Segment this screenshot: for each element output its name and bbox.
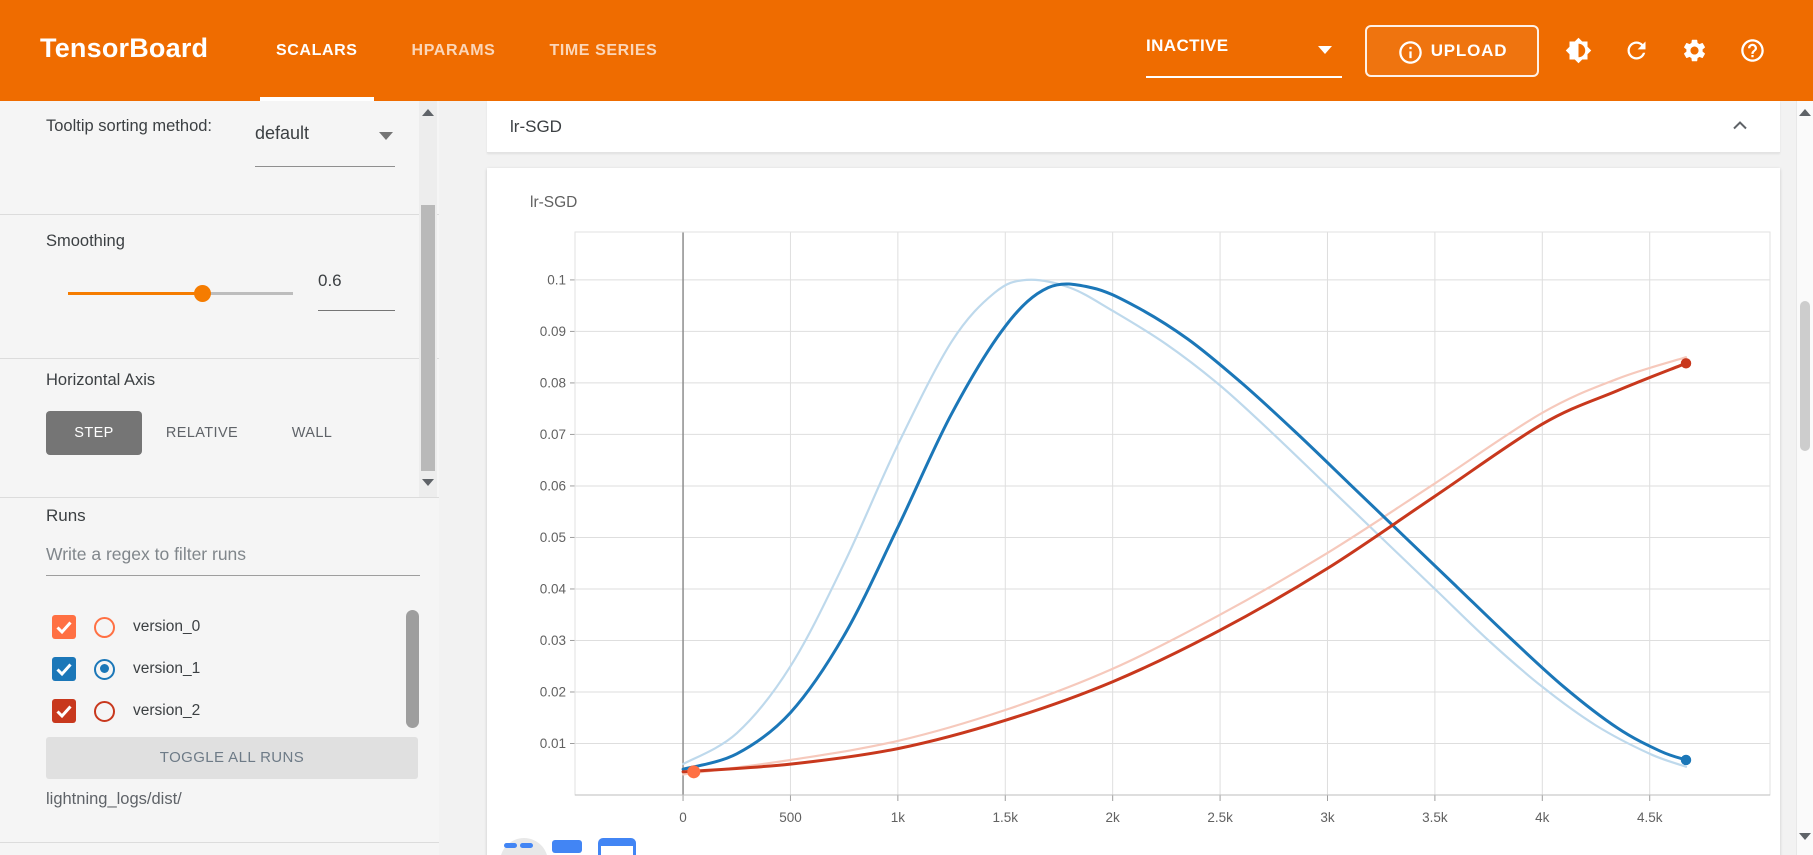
settings-sidebar: Tooltip sorting method: default Smoothin… [0,101,439,855]
scroll-down-icon[interactable] [1799,833,1811,840]
smoothing-underline [318,310,395,311]
status-label: INACTIVE [1146,36,1229,56]
app-logo: TensorBoard [40,33,208,64]
upload-label: UPLOAD [1431,41,1508,61]
run-row[interactable]: version_1 [46,648,406,690]
fab-dash-icon [504,843,517,848]
svg-text:0.01: 0.01 [540,736,566,751]
upload-button[interactable]: UPLOAD [1365,25,1539,77]
runs-section-label: Runs [46,506,86,526]
svg-text:4k: 4k [1535,810,1550,825]
svg-text:0.05: 0.05 [540,530,566,545]
smoothing-slider[interactable] [68,284,293,302]
header-icon-bar [1565,0,1766,101]
svg-text:1k: 1k [891,810,906,825]
page-scrollbar[interactable] [1796,101,1813,855]
run-checkbox[interactable] [52,615,76,639]
horizontal-axis-buttons: STEP RELATIVE WALL [46,411,362,455]
smoothing-slider-thumb[interactable] [194,285,211,302]
runs-list-scrollbar[interactable] [406,610,419,728]
tooltip-sorting-select[interactable]: default [255,123,395,144]
run-label: version_1 [133,660,200,678]
log-directory-label: lightning_logs/dist/ [46,790,182,809]
smoothing-label: Smoothing [46,232,125,251]
page-scrollbar-thumb[interactable] [1800,301,1810,451]
svg-text:0.08: 0.08 [540,375,566,390]
svg-text:2k: 2k [1106,810,1121,825]
svg-text:0.04: 0.04 [540,581,567,596]
svg-text:1.5k: 1.5k [993,810,1019,825]
smoothing-value: 0.6 [318,271,342,290]
main-content: lr-SGD lr-SGD 0.010.020.030.040.050.060.… [439,101,1796,855]
svg-text:3k: 3k [1320,810,1335,825]
run-radio[interactable] [94,617,115,638]
tooltip-sorting-value: default [255,123,309,143]
tab-time-series[interactable]: TIME SERIES [533,0,673,101]
run-radio[interactable] [94,701,115,722]
svg-text:0.1: 0.1 [547,272,566,287]
toggle-all-runs-button[interactable]: TOGGLE ALL RUNS [46,737,418,779]
radio-dot-icon [100,664,109,673]
nav-tabs: SCALARS HPARAMS TIME SERIES [260,0,695,101]
tab-hparams[interactable]: HPARAMS [396,0,512,101]
svg-text:0: 0 [679,810,687,825]
group-title: lr-SGD [510,101,562,152]
divider [0,842,439,843]
run-label: version_0 [133,618,200,636]
chevron-up-icon[interactable] [1728,114,1752,138]
svg-text:0.09: 0.09 [540,324,566,339]
fab-dash-icon [520,843,533,848]
scroll-up-icon[interactable] [1799,109,1811,116]
horizontal-axis-label: Horizontal Axis [46,371,155,390]
svg-text:2.5k: 2.5k [1207,810,1233,825]
run-checkbox[interactable] [52,657,76,681]
data-table-icon[interactable] [598,838,636,855]
tensorboard-app: TensorBoard SCALARS HPARAMS TIME SERIES … [0,0,1813,855]
axis-relative-button[interactable]: RELATIVE [142,411,262,455]
help-icon[interactable] [1739,37,1766,64]
tooltip-sorting-label: Tooltip sorting method: [46,115,221,139]
tab-scalars[interactable]: SCALARS [260,0,374,101]
smoothing-slider-fill [68,292,203,295]
sidebar-scrollbar[interactable] [419,101,437,497]
run-radio[interactable] [94,659,115,680]
status-dropdown[interactable]: INACTIVE [1146,0,1342,101]
refresh-icon[interactable] [1623,37,1650,64]
scroll-up-icon[interactable] [422,109,434,116]
pin-card-icon[interactable] [552,840,582,853]
run-checkbox[interactable] [52,699,76,723]
divider [0,358,439,359]
chevron-down-icon [379,132,393,140]
smoothing-value-field[interactable]: 0.6 [318,271,395,291]
svg-text:500: 500 [779,810,802,825]
info-icon [1397,39,1421,63]
runs-filter-input[interactable] [46,544,420,576]
svg-text:4.5k: 4.5k [1637,810,1663,825]
chevron-down-icon [1318,46,1332,54]
scalar-chart[interactable]: 0.01 0.02 0.03 0.04 0.05 0.06 0.07 0.08 0.09 0.1 0… [500,225,1780,830]
svg-text:0.03: 0.03 [540,633,566,648]
settings-gear-icon[interactable] [1681,37,1708,64]
svg-text:0.07: 0.07 [540,427,566,442]
run-row[interactable]: version_0 [46,606,406,648]
run-label: version_2 [133,702,200,720]
svg-text:0.06: 0.06 [540,478,566,493]
divider [0,214,439,215]
svg-text:3.5k: 3.5k [1422,810,1448,825]
sidebar-scrollbar-thumb[interactable] [421,205,435,471]
scalar-group-header[interactable]: lr-SGD [487,101,1780,153]
svg-text:0.02: 0.02 [540,684,566,699]
scalar-chart-card: lr-SGD 0.010.020.030.040.050.060.070.080… [487,168,1780,855]
axis-wall-button[interactable]: WALL [262,411,362,455]
runs-list: version_0 version_1 version_2 [46,606,406,732]
axis-step-button[interactable]: STEP [46,411,142,455]
scroll-down-icon[interactable] [422,479,434,486]
app-header: TensorBoard SCALARS HPARAMS TIME SERIES … [0,0,1813,101]
select-underline [255,166,395,167]
brightness-icon[interactable] [1565,37,1592,64]
run-row[interactable]: version_2 [46,690,406,732]
divider [0,497,439,498]
chart-title: lr-SGD [530,194,577,212]
status-underline [1146,76,1342,78]
